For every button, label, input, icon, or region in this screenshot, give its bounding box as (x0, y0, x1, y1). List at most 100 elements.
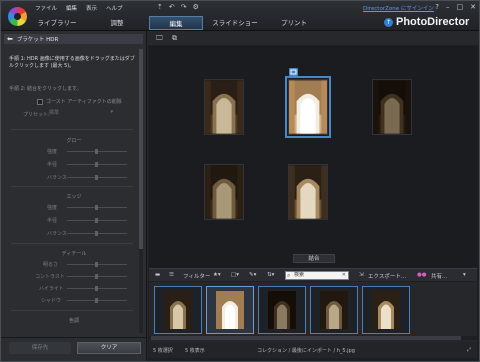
slider-label: コントラスト (35, 274, 65, 280)
directorzone-signin-link[interactable]: DirectorZone にサインイン (363, 4, 434, 12)
list-view-icon[interactable]: ☰ (169, 272, 174, 278)
menu-help[interactable]: ヘルプ (106, 4, 123, 12)
search-icon: ⌕ (287, 272, 291, 279)
slider-label: 強度 (47, 205, 58, 211)
filmstrip-item[interactable] (154, 286, 202, 334)
bracket-photo[interactable] (204, 79, 244, 135)
slider-knob[interactable] (95, 175, 98, 180)
divider (11, 129, 133, 130)
filmstrip-scrollbar-thumb[interactable] (151, 336, 461, 340)
filmstrip-item[interactable] (258, 286, 306, 334)
panel-scrollbar-thumb[interactable] (139, 49, 143, 249)
tab-slideshow[interactable]: スライドショー (205, 16, 265, 30)
filmstrip-thumbnail (372, 291, 400, 329)
tab-print[interactable]: プリント (271, 16, 317, 30)
grid-view-icon[interactable]: ▬ (155, 272, 160, 278)
filmstrip-scrollbar[interactable] (149, 336, 477, 340)
selected-count: 5 枚選択 (153, 348, 173, 354)
sort-icon[interactable]: ⇅▾ (267, 272, 274, 278)
bracket-photo[interactable] (288, 164, 328, 220)
bracket-photo[interactable] (372, 79, 412, 135)
slider-label: 強度 (47, 149, 58, 155)
menu-view[interactable]: 表示 (86, 4, 97, 12)
up-arrow-icon[interactable]: ⇡ (157, 3, 163, 11)
slider-track[interactable] (67, 262, 127, 267)
group-title-edge: エッジ (66, 194, 82, 200)
clear-button[interactable]: クリア (77, 342, 141, 354)
monitor-icon[interactable]: 🖵 (156, 34, 163, 43)
label-filter-icon[interactable]: □▾ (231, 272, 239, 278)
search-input[interactable]: ⌕ 検索 ✕ (285, 271, 349, 280)
slider-label: 半径 (47, 218, 58, 224)
group-title-detail: ディテール (61, 251, 87, 257)
gear-icon[interactable]: ⚙ (193, 3, 199, 11)
slider-track[interactable] (67, 298, 127, 303)
slider-knob[interactable] (95, 274, 98, 279)
panel-title: ブラケット HDR (16, 37, 59, 43)
export-button[interactable]: エクスポート... (368, 272, 406, 280)
slider-label: ハイライト (39, 286, 64, 292)
slider-knob[interactable] (95, 149, 98, 154)
slider-knob[interactable] (95, 231, 98, 236)
main-area: 🖵 ⧉ 結合 ▬ ☰ フィルター ★▾ □▾ ✎▾ ⇅▾ ⌕ 検索 ✕ ⇲ エク… (148, 31, 479, 361)
close-button[interactable]: ✕ (470, 3, 476, 11)
share-dropdown-icon[interactable]: ▾ (463, 272, 466, 278)
ghost-removal-checkbox[interactable] (37, 98, 43, 105)
bracket-photo-selected[interactable] (285, 76, 331, 138)
tab-adjust[interactable]: 調整 (97, 16, 137, 30)
menu-file[interactable]: ファイル (35, 4, 57, 12)
slider-track[interactable] (67, 231, 127, 236)
slider-knob[interactable] (95, 286, 98, 291)
maximize-button[interactable]: □ (457, 3, 464, 11)
slider-track[interactable] (67, 149, 127, 154)
tab-edit[interactable]: 編集 (149, 16, 203, 30)
divider (11, 186, 133, 187)
rating-filter-icon[interactable]: ★▾ (213, 272, 221, 278)
slider-label: バランス (47, 175, 67, 181)
tab-library[interactable]: ライブラリー (31, 16, 83, 30)
compare-view-icon[interactable]: ⧉ (172, 34, 177, 43)
step2-instructions: 手順 2: 結合をクリックします。 (9, 86, 82, 92)
ghost-removal-label: ゴースト アーティファクトの削除 (46, 99, 122, 105)
filmstrip-item[interactable] (206, 286, 254, 334)
slider-knob[interactable] (95, 298, 98, 303)
menu-edit[interactable]: 編集 (66, 4, 77, 12)
filmstrip-item[interactable] (362, 286, 410, 334)
menu-bar: ファイル 編集 表示 ヘルプ (35, 4, 123, 12)
clear-search-icon[interactable]: ✕ (342, 272, 346, 279)
redo-icon[interactable]: ↷ (181, 3, 187, 11)
slider-knob[interactable] (95, 262, 98, 267)
brush-icon[interactable]: ✎▾ (249, 272, 256, 278)
slider-track[interactable] (67, 205, 127, 210)
filmstrip-thumbnail (268, 291, 296, 329)
group-title-tone: 色調 (68, 318, 79, 324)
slider-track[interactable] (67, 274, 127, 279)
status-bar: 5 枚選択 5 枚表示 コレクション / 最後にインポート / h_5.jpg … (149, 342, 477, 358)
minimize-button[interactable]: – (446, 3, 450, 11)
undo-icon[interactable]: ↶ (169, 3, 175, 11)
share-button[interactable]: 共有... (431, 272, 447, 280)
preset-select[interactable]: 標準 ▾ (49, 109, 113, 117)
share-icon[interactable]: ●● (417, 272, 427, 278)
expand-icon[interactable]: ⤢ (467, 347, 471, 353)
slider-track[interactable] (67, 286, 127, 291)
slider-label: 明るさ (43, 262, 59, 268)
slider-knob[interactable] (95, 162, 98, 167)
filmstrip-toolbar: ▬ ☰ フィルター ★▾ □▾ ✎▾ ⇅▾ ⌕ 検索 ✕ ⇲ エクスポート...… (149, 268, 477, 281)
divider (11, 310, 133, 311)
help-button[interactable]: ? (435, 3, 439, 11)
slider-knob[interactable] (95, 205, 98, 210)
combine-button[interactable]: 結合 (293, 254, 335, 263)
panel-scrollbar[interactable] (139, 49, 143, 333)
slider-knob[interactable] (95, 218, 98, 223)
brand: ↑ PhotoDirector (384, 16, 469, 28)
left-panel: ⬅ ブラケット HDR 手順 1: HDR 画像に使用する画像をドラッグまたはダ… (1, 31, 147, 361)
slider-track[interactable] (67, 218, 127, 223)
slider-track[interactable] (67, 162, 127, 167)
filmstrip-item[interactable] (310, 286, 358, 334)
back-arrow-icon[interactable]: ⬅ (7, 35, 13, 43)
export-icon[interactable]: ⇲ (359, 272, 364, 278)
bracket-photo[interactable] (204, 164, 244, 220)
slider-track[interactable] (67, 175, 127, 180)
save-as-button[interactable]: 保存先 (9, 342, 71, 354)
